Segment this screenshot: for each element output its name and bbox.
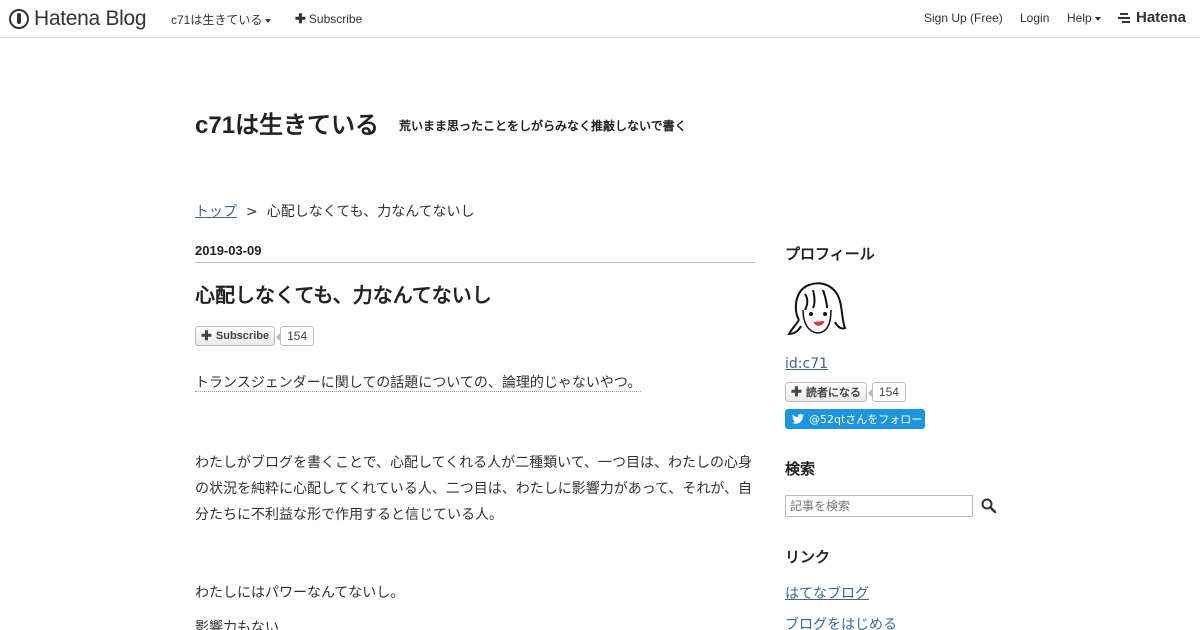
- twitter-follow-label: @52qtさんをフォロー: [809, 413, 923, 426]
- blog-title[interactable]: c71は生きている: [195, 105, 379, 140]
- entry-title[interactable]: 心配しなくても、力なんてないし: [195, 279, 492, 308]
- entry-subscribe-button[interactable]: ✚ Subscribe: [195, 326, 276, 346]
- plus-icon: ✚: [295, 11, 306, 26]
- header-subscribe-label: Subscribe: [308, 12, 363, 26]
- profile-id-link[interactable]: id:c71: [785, 356, 828, 372]
- header-subscribe-button[interactable]: ✚ Subscribe: [295, 11, 362, 27]
- blog-menu-dropdown[interactable]: c71は生きている: [171, 11, 272, 28]
- hatena-bars-icon: [1118, 12, 1132, 23]
- global-header: Hatena Blog c71は生きている ✚ Subscribe Sign Up…: [0, 0, 1200, 38]
- help-label: Help: [1067, 11, 1092, 25]
- entry-paragraph: 影響力もない: [195, 620, 279, 630]
- logo-text: Hatena Blog: [34, 7, 147, 30]
- link-hatena-blog[interactable]: はてなブログ: [785, 583, 869, 603]
- search-input[interactable]: [785, 495, 973, 517]
- blog-menu-label: c71は生きている: [171, 13, 263, 27]
- entry-paragraph: わたしにはパワーなんてないし。: [195, 585, 405, 601]
- entry-paragraph: トランスジェンダーに関しての話題についての、論理的じゃないやつ。: [195, 370, 755, 396]
- entry-subscribe-row: ✚ Subscribe 154: [195, 326, 315, 346]
- plus-icon: ✚: [791, 384, 802, 399]
- search-heading: 検索: [785, 460, 816, 478]
- entry-date[interactable]: 2019-03-09: [195, 243, 755, 263]
- login-link[interactable]: Login: [1020, 11, 1049, 25]
- hatena-blog-logo[interactable]: Hatena Blog: [9, 7, 147, 31]
- chevron-down-icon: [265, 18, 272, 23]
- breadcrumb: トップ > 心配しなくても、力なんてないし: [195, 201, 475, 221]
- links-heading: リンク: [785, 548, 831, 566]
- hatena-blog-pen-icon: [9, 9, 29, 29]
- become-reader-label: 読者になる: [805, 387, 861, 399]
- entry-paragraph: わたしがブログを書くことで、心配してくれる人が二種類いて、一つ目は、わたしの心身…: [195, 455, 753, 523]
- blog-description: 荒いまま思ったことをしがらみなく推敲しないで書く: [399, 119, 687, 133]
- hatena-logo-text: Hatena: [1136, 9, 1187, 26]
- chevron-down-icon: [1094, 16, 1101, 21]
- subscriber-count[interactable]: 154: [276, 326, 315, 346]
- reader-row: ✚ 読者になる 154: [785, 382, 906, 402]
- reader-count[interactable]: 154: [867, 382, 906, 402]
- entry-subscribe-label: Subscribe: [215, 330, 270, 342]
- link-start-blog[interactable]: ブログをはじめる: [785, 614, 897, 630]
- twitter-bird-icon: [792, 414, 804, 424]
- breadcrumb-top-link[interactable]: トップ: [195, 204, 237, 220]
- plus-icon: ✚: [201, 328, 212, 343]
- help-dropdown[interactable]: Help: [1067, 11, 1101, 25]
- twitter-follow-button[interactable]: @52qtさんをフォロー: [785, 409, 925, 429]
- become-reader-button[interactable]: ✚ 読者になる: [785, 382, 867, 402]
- hatena-logo[interactable]: Hatena: [1118, 9, 1186, 26]
- breadcrumb-separator: >: [246, 204, 258, 220]
- search-icon[interactable]: [980, 497, 998, 515]
- avatar[interactable]: [785, 280, 849, 344]
- signup-link[interactable]: Sign Up (Free): [924, 11, 1003, 25]
- entry-lead-text: トランスジェンダーに関しての話題についての、論理的じゃないやつ。: [195, 375, 642, 392]
- breadcrumb-current: 心配しなくても、力なんてないし: [266, 204, 475, 220]
- profile-heading: プロフィール: [785, 245, 875, 263]
